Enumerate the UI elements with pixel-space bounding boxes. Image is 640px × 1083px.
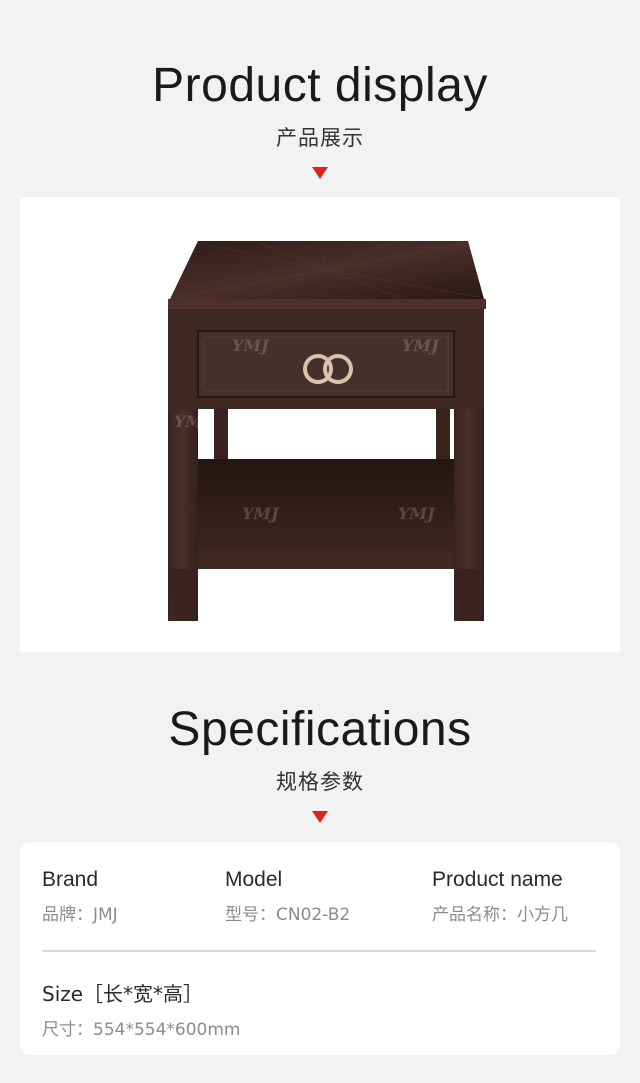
side-table-image: YMJ YMJ YMJ YMJ YMJ	[168, 241, 486, 621]
down-arrow-icon	[312, 167, 328, 179]
spec-label: Model	[225, 868, 283, 891]
svg-text:YMJ: YMJ	[242, 504, 280, 523]
spec-product-name: Product name 产品名称：小方几	[432, 868, 568, 925]
svg-text:YMJ: YMJ	[174, 412, 212, 431]
watermark: YMJ	[232, 336, 270, 355]
display-subtitle: 产品展示	[276, 126, 364, 150]
spec-model: Model 型号：CN02-B2	[225, 868, 350, 925]
product-photo: YMJ YMJ YMJ YMJ YMJ	[20, 197, 620, 652]
divider	[42, 950, 596, 952]
spec-value: 尺寸：554*554*600mm	[42, 1020, 241, 1040]
specs-card: Brand 品牌：JMJ Model 型号：CN02-B2 Product na…	[20, 842, 620, 1055]
spec-brand: Brand 品牌：JMJ	[42, 868, 118, 925]
specs-title: Specifications	[168, 703, 472, 756]
spec-value: 产品名称：小方几	[432, 905, 568, 925]
svg-text:YMJ: YMJ	[402, 336, 440, 355]
spec-label: Size［长*宽*高］	[42, 982, 204, 1006]
svg-text:YMJ: YMJ	[398, 504, 436, 523]
spec-value: 品牌：JMJ	[42, 905, 118, 925]
down-arrow-icon	[312, 811, 328, 823]
specs-subtitle: 规格参数	[276, 770, 364, 794]
spec-value: 型号：CN02-B2	[225, 905, 351, 925]
spec-size: Size［长*宽*高］ 尺寸：554*554*600mm	[42, 978, 240, 1040]
spec-label: Brand	[42, 868, 99, 891]
display-title: Product display	[152, 59, 488, 112]
spec-label: Product name	[432, 868, 563, 891]
